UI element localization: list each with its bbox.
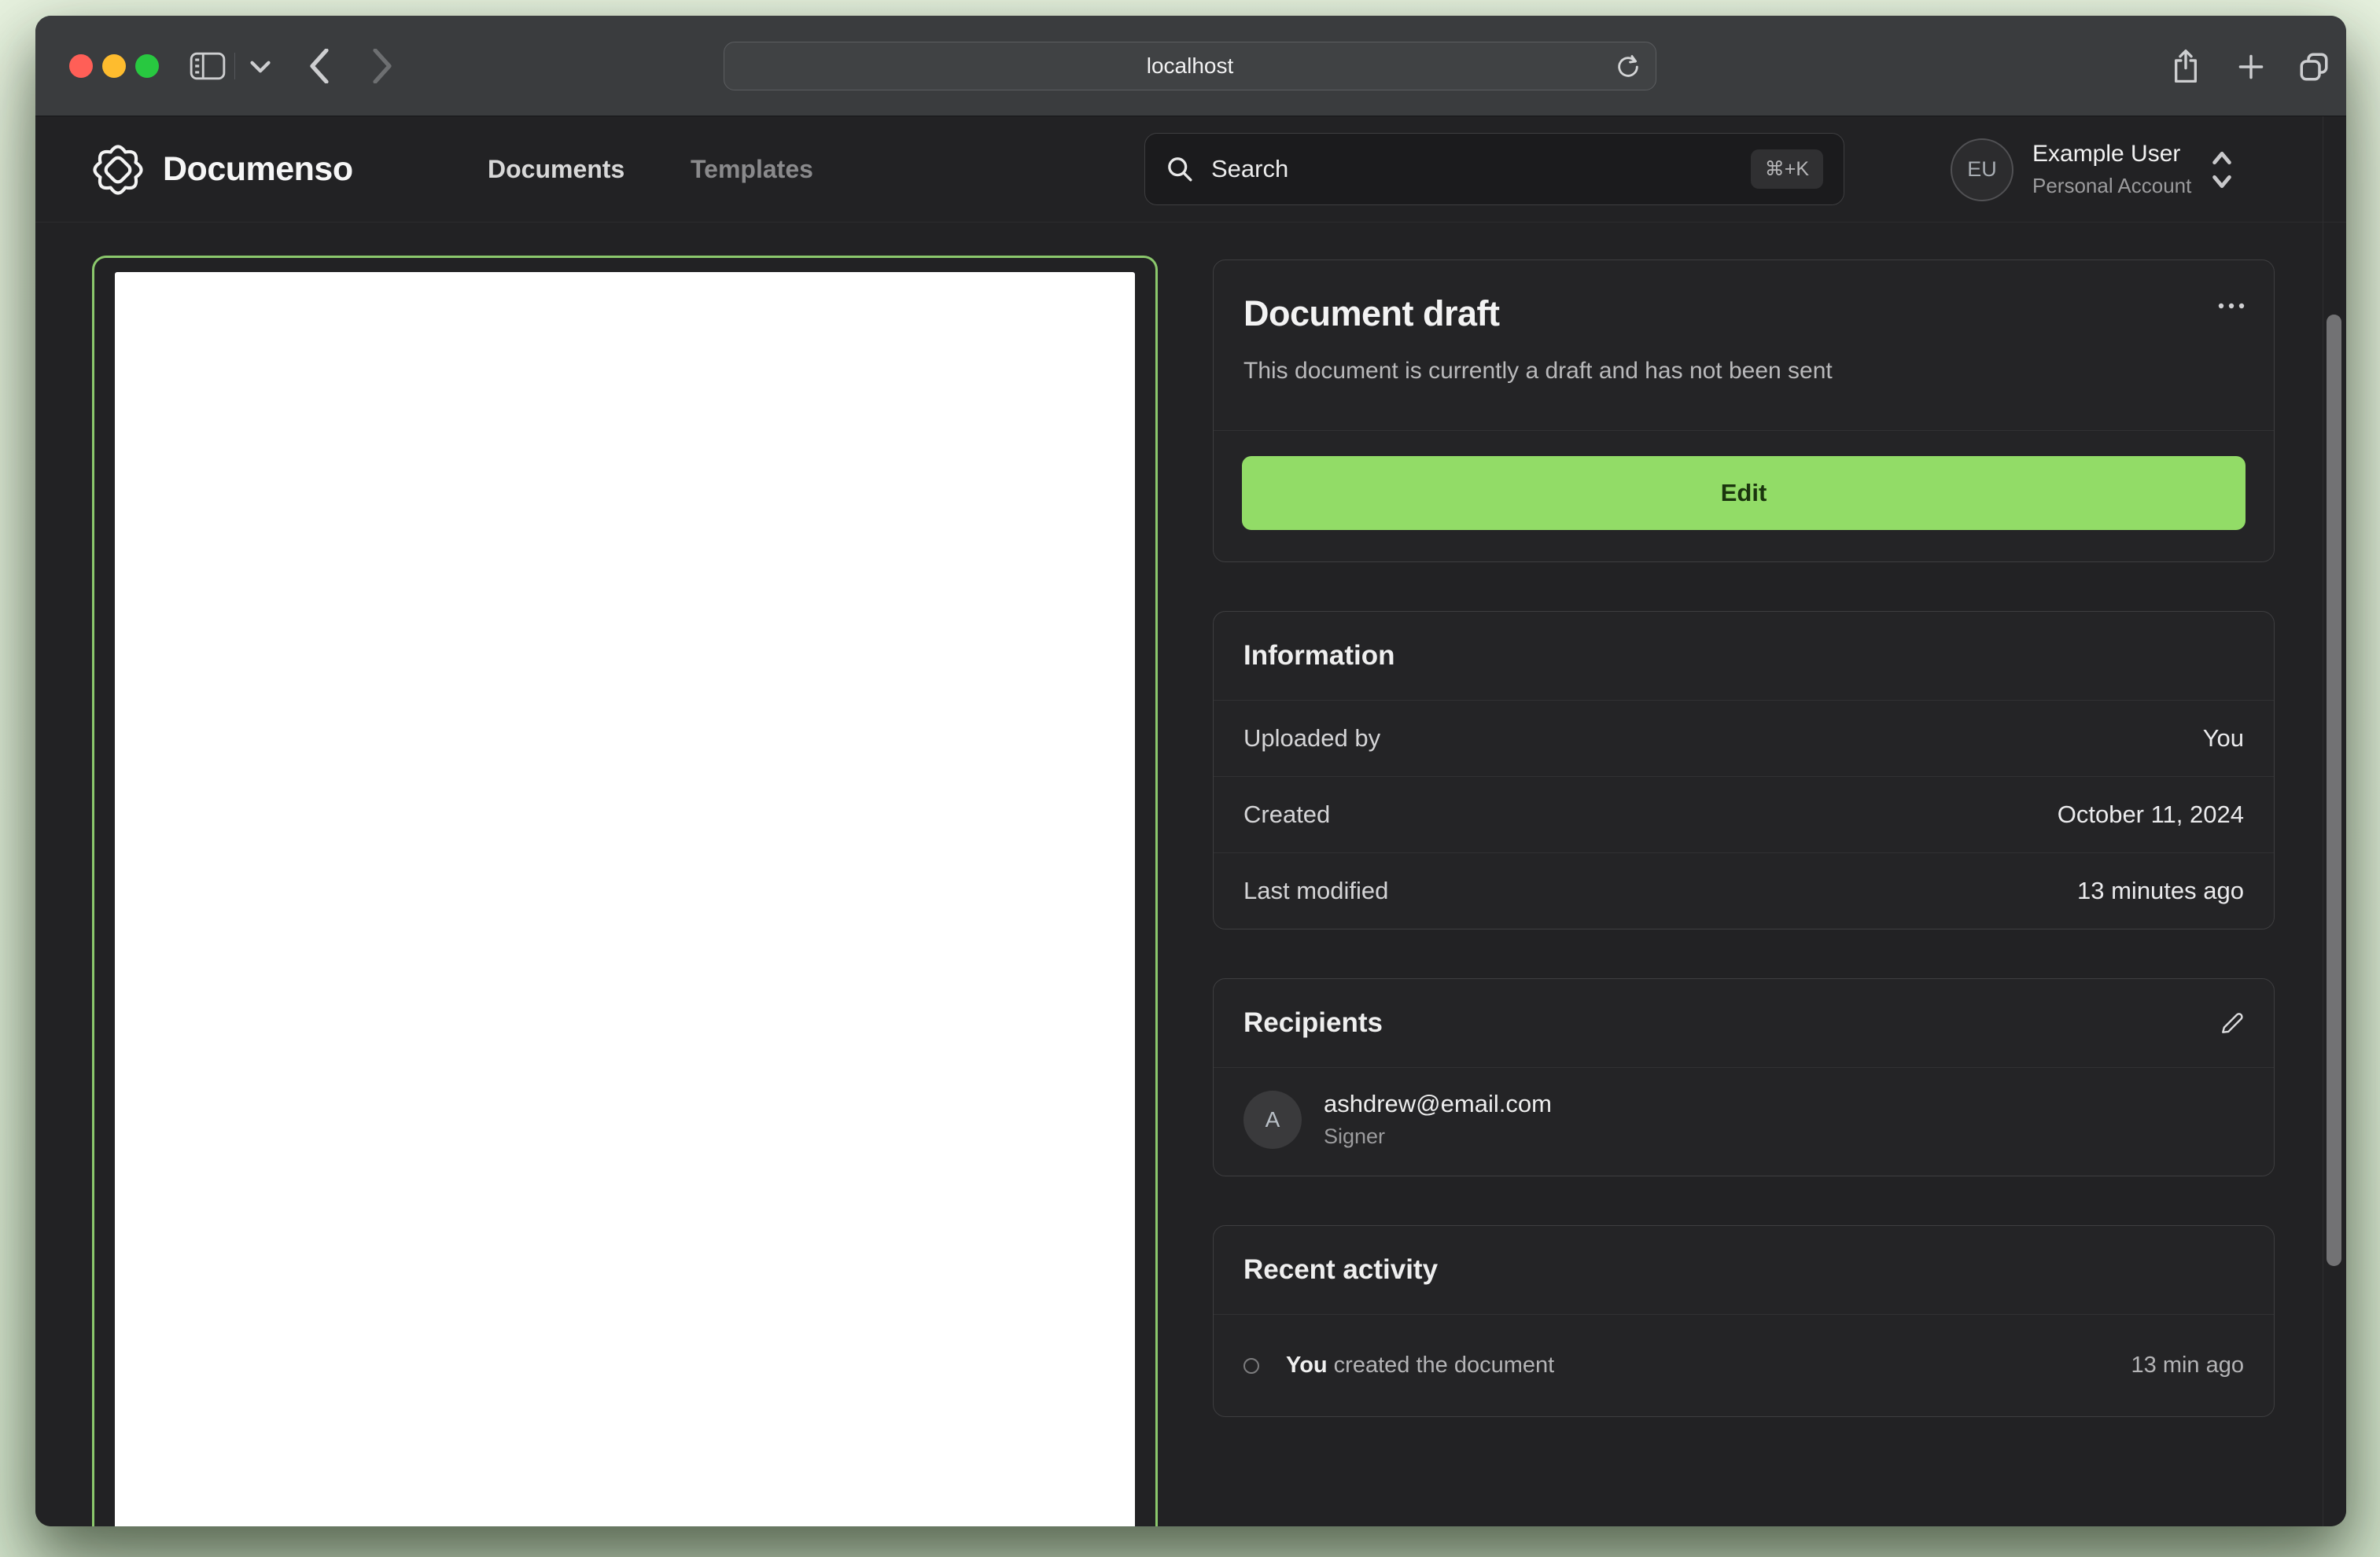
url-text: localhost: [1146, 53, 1234, 78]
app-header: Documenso Documents Templates Search ⌘+K: [35, 116, 2346, 223]
info-value: 13 minutes ago: [2077, 877, 2244, 904]
activity-bullet-icon: [1243, 1357, 1259, 1374]
draft-title: Document draft: [1243, 293, 1500, 333]
info-row-created: Created October 11, 2024: [1214, 777, 2274, 852]
tab-overview-icon[interactable]: [2297, 50, 2330, 83]
nav-documents[interactable]: Documents: [488, 116, 624, 223]
recent-activity-card: Recent activity You created the document…: [1213, 1225, 2275, 1417]
recipients-title: Recipients: [1243, 1007, 1383, 1038]
right-column: Document draft This document is currentl…: [1213, 260, 2275, 1417]
activity-actor: You: [1286, 1353, 1328, 1378]
scrollbar-thumb[interactable]: [2327, 315, 2341, 1266]
activity-text: You created the document: [1286, 1353, 2105, 1378]
app-page: Documenso Documents Templates Search ⌘+K: [35, 116, 2346, 1526]
desktop: localhost Documenso Documents Templates …: [0, 0, 2380, 1557]
minimize-button[interactable]: [102, 54, 126, 78]
user-menu[interactable]: EU Example User Personal Account: [1951, 116, 2234, 223]
back-icon[interactable]: [309, 49, 330, 83]
info-label: Uploaded by: [1243, 724, 1381, 752]
edit-button[interactable]: Edit: [1242, 456, 2246, 530]
zoom-button[interactable]: [135, 54, 159, 78]
close-button[interactable]: [69, 54, 93, 78]
activity-row: You created the document 13 min ago: [1214, 1315, 2274, 1416]
recipient-avatar: A: [1243, 1090, 1302, 1149]
user-info: Example User Personal Account: [2032, 141, 2191, 198]
recipients-card: Recipients A ashdrew@email.com Signer: [1213, 978, 2275, 1176]
browser-toolbar: localhost: [35, 16, 2346, 116]
avatar: EU: [1951, 138, 2013, 201]
information-title: Information: [1243, 640, 1395, 671]
info-row-last-modified: Last modified 13 minutes ago: [1214, 853, 2274, 929]
recipient-row: A ashdrew@email.com Signer: [1214, 1068, 2274, 1176]
nav-templates[interactable]: Templates: [691, 116, 813, 223]
activity-card-header: Recent activity: [1214, 1226, 2274, 1314]
info-row-uploaded-by: Uploaded by You: [1214, 701, 2274, 776]
search-shortcut-badge: ⌘+K: [1750, 149, 1823, 189]
brand[interactable]: Documenso: [87, 116, 353, 223]
recipients-card-header: Recipients: [1214, 979, 2274, 1067]
recipient-email: ashdrew@email.com: [1324, 1090, 1552, 1117]
draft-subtitle: This document is currently a draft and h…: [1243, 358, 1833, 384]
user-account-type: Personal Account: [2032, 174, 2192, 197]
more-options-icon[interactable]: [2216, 301, 2247, 311]
draft-card-actions: Edit: [1214, 431, 2274, 561]
new-tab-icon[interactable]: [2238, 53, 2264, 80]
recipient-role: Signer: [1324, 1124, 1386, 1148]
search-icon: [1166, 155, 1194, 183]
forward-icon[interactable]: [372, 49, 392, 83]
share-icon[interactable]: [2172, 49, 2200, 83]
browser-window: localhost Documenso Documents Templates …: [35, 16, 2346, 1526]
toolbar-divider: [234, 53, 235, 79]
info-label: Last modified: [1243, 877, 1389, 904]
activity-title: Recent activity: [1243, 1254, 1439, 1285]
information-card-header: Information: [1214, 612, 2274, 700]
search-input[interactable]: Search ⌘+K: [1144, 133, 1844, 205]
draft-card-header: Document draft This document is currentl…: [1214, 260, 2274, 430]
info-value: You: [2202, 724, 2244, 752]
information-card: Information Uploaded by You Created Octo…: [1213, 611, 2275, 929]
activity-time: 13 min ago: [2131, 1353, 2245, 1378]
sidebar-toggle-icon[interactable]: [190, 52, 226, 80]
activity-action: created the document: [1327, 1353, 1555, 1378]
documenso-logo-icon: [87, 139, 149, 201]
info-value: October 11, 2024: [2057, 801, 2244, 828]
address-bar[interactable]: localhost: [724, 42, 1656, 90]
document-page: [115, 272, 1135, 1526]
user-name: Example User: [2032, 141, 2181, 167]
chevron-down-icon[interactable]: [249, 60, 271, 74]
search-placeholder: Search: [1211, 155, 1289, 182]
edit-recipients-icon[interactable]: [2217, 1010, 2244, 1036]
info-label: Created: [1243, 801, 1331, 828]
brand-name: Documenso: [163, 150, 353, 188]
document-viewer[interactable]: [92, 256, 1158, 1526]
document-draft-card: Document draft This document is currentl…: [1213, 260, 2275, 562]
chevron-up-down-icon: [2210, 147, 2234, 193]
recipient-info: ashdrew@email.com Signer: [1324, 1090, 1552, 1149]
refresh-icon[interactable]: [1615, 53, 1641, 80]
